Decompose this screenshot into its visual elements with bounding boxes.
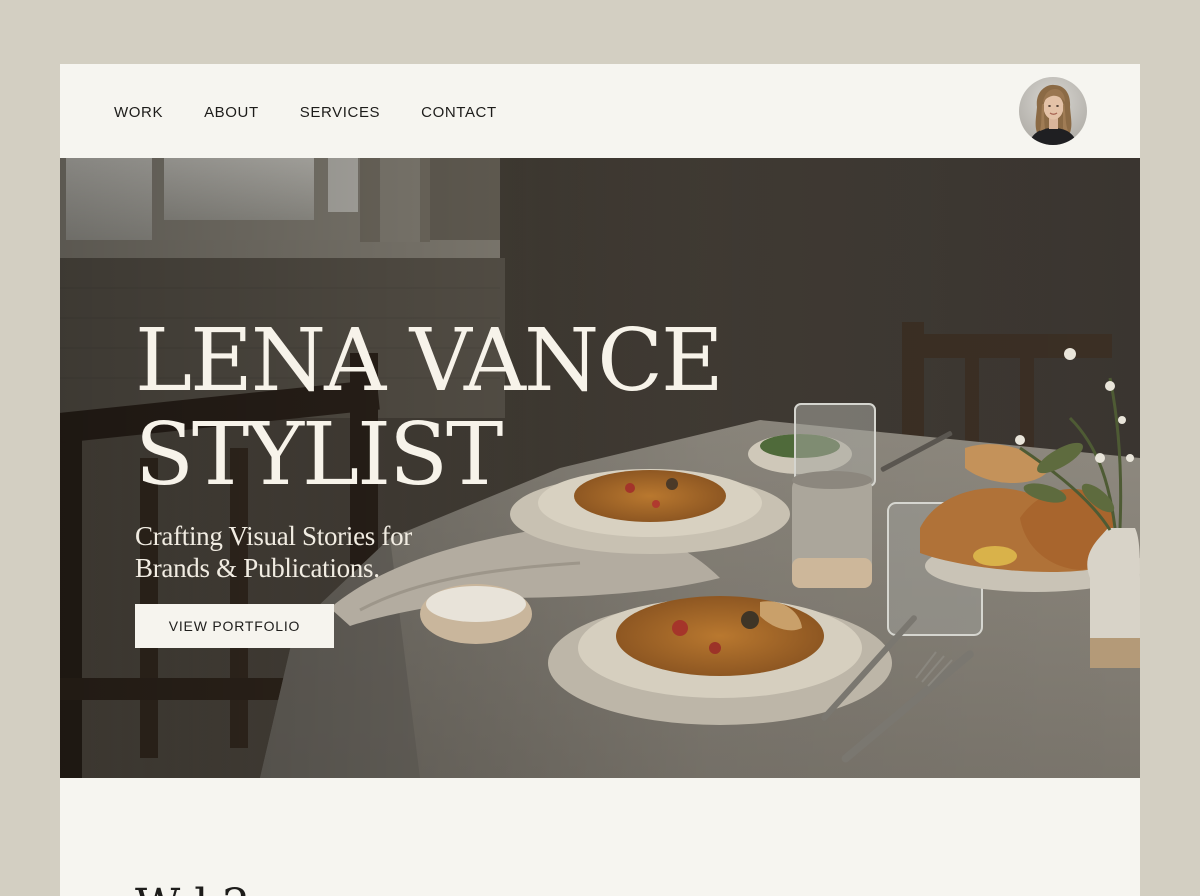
hero-subtitle-line-2: Brands & Publications. — [135, 553, 380, 583]
view-portfolio-button[interactable]: VIEW PORTFOLIO — [135, 604, 334, 648]
hero-title-line-1: LENA VANCE — [135, 311, 724, 411]
profile-avatar[interactable] — [1019, 77, 1087, 145]
nav-link-about[interactable]: ABOUT — [204, 104, 259, 122]
page-card: WORK ABOUT SERVICES CONTACT LENA VANCE S… — [60, 64, 1140, 896]
nav-link-work[interactable]: WORK — [114, 104, 163, 122]
nav-link-services[interactable]: SERVICES — [300, 104, 380, 122]
next-section-heading: W l 2 — [135, 882, 250, 896]
main-nav: WORK ABOUT SERVICES CONTACT — [114, 104, 538, 122]
hero-section: LENA VANCE STYLIST Crafting Visual Stori… — [60, 158, 1140, 778]
hero-title-line-2: STYLIST — [135, 405, 503, 505]
hero-subtitle: Crafting Visual Stories for Brands & Pub… — [135, 520, 465, 584]
site-header: WORK ABOUT SERVICES CONTACT — [60, 64, 1140, 158]
hero-title: LENA VANCE STYLIST — [135, 311, 724, 505]
nav-link-contact[interactable]: CONTACT — [421, 104, 497, 122]
hero-subtitle-line-1: Crafting Visual Stories for — [135, 521, 412, 551]
avatar-photo-icon — [1019, 77, 1087, 145]
